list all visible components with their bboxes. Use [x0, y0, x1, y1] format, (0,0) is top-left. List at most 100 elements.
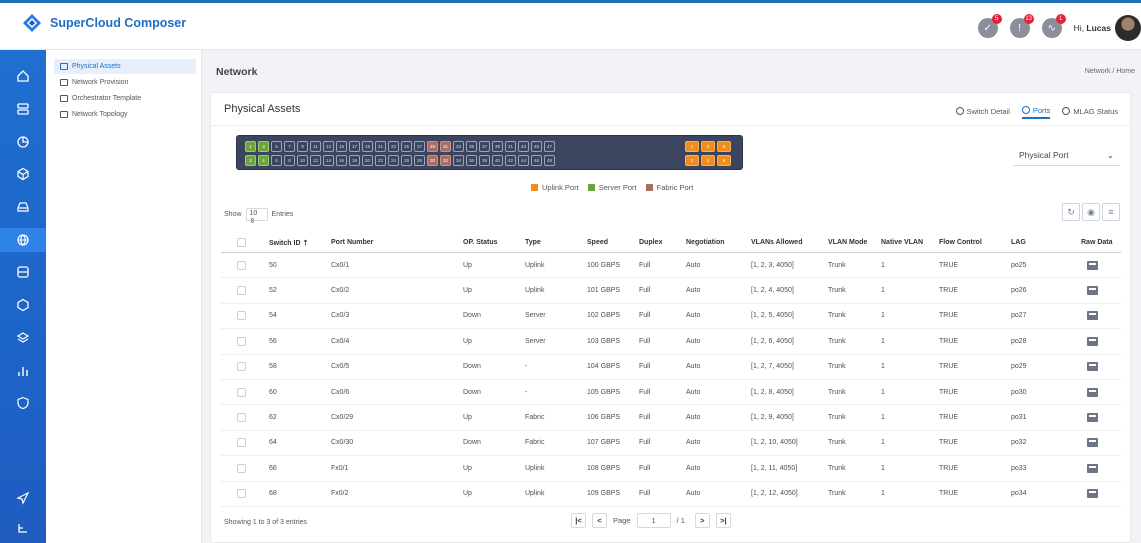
tab-mlag-status[interactable]: MLAG Status	[1062, 103, 1118, 119]
uplink-port[interactable]: 2	[685, 155, 699, 166]
switch-port[interactable]: 7	[284, 141, 295, 152]
prev-page-button[interactable]: <	[592, 513, 607, 528]
table-row[interactable]: 60 Cx0/6 Down - 105 GBPS Full Auto [1, 2, 8, 40…	[221, 380, 1121, 406]
raw-data-icon[interactable]	[1087, 489, 1098, 499]
layers-icon[interactable]	[0, 326, 46, 350]
breadcrumb[interactable]: Network / Home	[1085, 68, 1135, 75]
brand[interactable]: SuperCloud Composer	[22, 13, 186, 33]
subnav-item-network-topology[interactable]: Network Topology	[54, 107, 196, 122]
switch-port[interactable]: 2	[245, 155, 256, 166]
switch-port[interactable]: 1	[245, 141, 256, 152]
switch-port[interactable]: 39	[492, 141, 503, 152]
uplink-port[interactable]: 4	[701, 155, 715, 166]
dashboard-icon[interactable]	[0, 130, 46, 154]
switch-port[interactable]: 45	[531, 141, 542, 152]
cube-icon[interactable]	[0, 162, 46, 186]
switch-port[interactable]: 18	[349, 155, 360, 166]
subnav-item-orchestrator-template[interactable]: Orchestrator Template	[54, 91, 196, 106]
switch-port[interactable]: 40	[492, 155, 503, 166]
last-page-button[interactable]: >|	[715, 513, 731, 528]
raw-data-icon[interactable]	[1087, 387, 1098, 397]
switch-port[interactable]: 43	[518, 141, 529, 152]
tab-switch-detail[interactable]: Switch Detail	[955, 103, 1010, 119]
topology-icon[interactable]	[0, 517, 46, 541]
switch-port[interactable]: 32	[440, 155, 451, 166]
switch-port[interactable]: 47	[544, 141, 555, 152]
switch-port[interactable]: 3	[258, 141, 269, 152]
table-row[interactable]: 62 Cx0/29 Up Fabric 106 GBPS Full Auto [1, 2, 9…	[221, 405, 1121, 431]
switch-port[interactable]: 16	[336, 155, 347, 166]
row-checkbox[interactable]	[237, 286, 246, 296]
hexagon-icon[interactable]	[0, 293, 46, 317]
send-icon[interactable]	[0, 486, 46, 510]
refresh-icon[interactable]: ↻	[1062, 203, 1080, 221]
switch-port[interactable]: 21	[375, 141, 386, 152]
subnav-item-network-provision[interactable]: Network Provision	[54, 75, 196, 90]
uplink-port[interactable]: 5	[717, 141, 731, 152]
switch-port[interactable]: 10	[297, 155, 308, 166]
subnav-item-physical-assets[interactable]: Physical Assets	[54, 59, 196, 74]
row-checkbox[interactable]	[237, 362, 246, 372]
table-row[interactable]: 58 Cx0/5 Down - 104 GBPS Full Auto [1, 2, 7, 40…	[221, 355, 1121, 380]
switch-port[interactable]: 48	[544, 155, 555, 166]
switch-port[interactable]: 6	[271, 155, 282, 166]
select-all-checkbox[interactable]	[237, 238, 246, 247]
switch-port[interactable]: 14	[323, 155, 334, 166]
raw-data-icon[interactable]	[1087, 260, 1098, 270]
switch-port[interactable]: 41	[505, 141, 516, 152]
switch-port[interactable]: 11	[310, 141, 321, 152]
column-header[interactable]: Switch ID ⇡	[269, 233, 308, 252]
switch-port[interactable]: 17	[349, 141, 360, 152]
table-row[interactable]: 66 Fx0/1 Up Uplink 108 GBPS Full Auto [1, 2, 11…	[221, 456, 1121, 482]
switch-port[interactable]: 20	[362, 155, 373, 166]
switch-port[interactable]: 19	[362, 141, 373, 152]
raw-data-icon[interactable]	[1087, 362, 1098, 372]
row-checkbox[interactable]	[237, 336, 246, 346]
home-icon[interactable]	[0, 64, 46, 88]
uplink-port[interactable]: 3	[701, 141, 715, 152]
page-input[interactable]: 1	[636, 513, 671, 528]
table-row[interactable]: 64 Cx0/30 Down Fabric 107 GBPS Full Auto [1, 2,…	[221, 431, 1121, 457]
avatar[interactable]	[1115, 15, 1141, 41]
table-row[interactable]: 50 Cx0/1 Up Uplink 100 GBPS Full Auto [1, 2, 3,…	[221, 253, 1121, 279]
switch-port[interactable]: 25	[401, 141, 412, 152]
switch-port[interactable]: 4	[258, 155, 269, 166]
raw-data-icon[interactable]	[1087, 438, 1098, 448]
entries-stepper[interactable]: 10 ⇕	[245, 208, 268, 225]
switch-port[interactable]: 24	[388, 155, 399, 166]
switch-port[interactable]: 12	[310, 155, 321, 166]
row-checkbox[interactable]	[237, 438, 246, 448]
switch-port[interactable]: 46	[531, 155, 542, 166]
switch-port[interactable]: 36	[466, 155, 477, 166]
table-row[interactable]: 54 Cx0/3 Down Server 102 GBPS Full Auto [1, 2, …	[221, 304, 1121, 330]
uplink-port[interactable]: 6	[717, 155, 731, 166]
servers-icon[interactable]	[0, 97, 46, 121]
row-checkbox[interactable]	[237, 311, 246, 321]
table-row[interactable]: 52 Cx0/2 Up Uplink 101 GBPS Full Auto [1, 2, 4,…	[221, 278, 1121, 304]
network-icon[interactable]	[0, 228, 46, 252]
first-page-button[interactable]: |<	[571, 513, 586, 528]
uplink-port[interactable]: 1	[685, 141, 699, 152]
table-row[interactable]: 56 Cx0/4 Up Server 103 GBPS Full Auto [1, 2, 6,…	[221, 329, 1121, 355]
switch-port[interactable]: 29	[427, 141, 438, 152]
switch-port[interactable]: 34	[453, 155, 464, 166]
row-checkbox[interactable]	[237, 260, 246, 270]
switch-port[interactable]: 31	[440, 141, 451, 152]
raw-data-icon[interactable]	[1087, 463, 1098, 473]
switch-port[interactable]: 5	[271, 141, 282, 152]
switch-port[interactable]: 27	[414, 141, 425, 152]
next-page-button[interactable]: >	[694, 513, 710, 528]
tab-ports[interactable]: Ports	[1021, 103, 1051, 119]
storage-icon[interactable]	[0, 195, 46, 219]
eye-icon[interactable]: ◉	[1082, 203, 1100, 221]
switch-port[interactable]: 37	[479, 141, 490, 152]
switch-port[interactable]: 23	[388, 141, 399, 152]
row-checkbox[interactable]	[237, 387, 246, 397]
switch-port[interactable]: 42	[505, 155, 516, 166]
raw-data-icon[interactable]	[1087, 336, 1098, 346]
security-icon[interactable]	[0, 391, 46, 415]
switch-port[interactable]: 22	[375, 155, 386, 166]
switch-port[interactable]: 13	[323, 141, 334, 152]
user-greeting[interactable]: Hi, Lucas	[1074, 23, 1111, 33]
switch-port[interactable]: 8	[284, 155, 295, 166]
